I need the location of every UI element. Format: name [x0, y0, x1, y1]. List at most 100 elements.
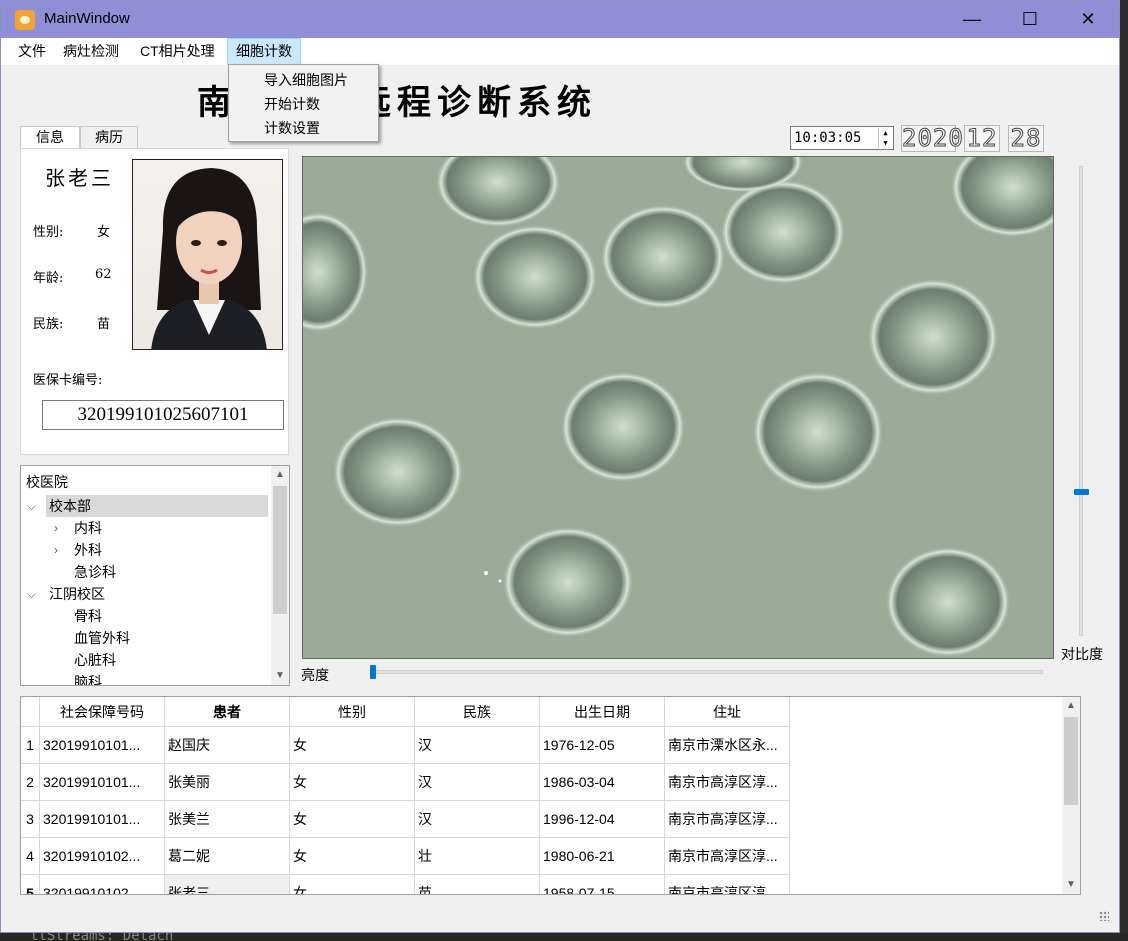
- chevron-right-icon[interactable]: ›: [54, 517, 58, 539]
- title-bar: MainWindow — ☐ ✕: [1, 1, 1119, 38]
- table-cell[interactable]: 张美兰: [165, 801, 290, 838]
- year-lcd: 2020: [901, 124, 964, 152]
- minimize-button[interactable]: —: [943, 1, 1001, 38]
- table-cell[interactable]: 女: [290, 727, 415, 764]
- table-cell[interactable]: 1958-07-15: [540, 875, 665, 894]
- table-cell[interactable]: 32019910102...: [40, 875, 165, 894]
- table-cell[interactable]: 汉: [415, 801, 540, 838]
- scroll-down-icon[interactable]: ▼: [1062, 876, 1080, 894]
- table-cell[interactable]: 1976-12-05: [540, 727, 665, 764]
- row-number[interactable]: 4: [21, 838, 40, 875]
- column-header[interactable]: 住址: [665, 697, 790, 727]
- portrait-image: [151, 168, 267, 349]
- table-cell[interactable]: 南京市高淳区淳...: [665, 764, 790, 801]
- table-cell[interactable]: 1980-06-21: [540, 838, 665, 875]
- tree-scroll-thumb[interactable]: [273, 486, 287, 614]
- table-cell[interactable]: 苗: [415, 875, 540, 894]
- gender-label: 性别:: [33, 225, 64, 240]
- table-cell[interactable]: 女: [290, 764, 415, 801]
- close-button[interactable]: ✕: [1059, 1, 1117, 38]
- resize-grip-icon[interactable]: [1099, 911, 1109, 921]
- patient-name: 张老三: [45, 166, 114, 190]
- time-edit[interactable]: 10:03:05 ▲ ▼: [790, 126, 894, 150]
- table-cell[interactable]: 壮: [415, 838, 540, 875]
- menu-item-count-settings[interactable]: 计数设置: [264, 118, 320, 138]
- menu-bar: 文件 病灶检测 CT相片处理 细胞计数: [1, 38, 1119, 65]
- department-tree: 校医院 ⌵ 校本部 › 内科 › 外科 急诊科 ⌵ 江阴校区 骨科 血管外科 心…: [20, 465, 290, 686]
- table-scroll-thumb[interactable]: [1064, 717, 1078, 805]
- contrast-label: 对比度: [1061, 646, 1103, 662]
- table-cell[interactable]: 南京市高淳区淳...: [665, 838, 790, 875]
- scroll-up-icon[interactable]: ▲: [271, 466, 289, 484]
- menu-cell-count[interactable]: 细胞计数: [227, 38, 301, 65]
- table-cell[interactable]: 张老三: [165, 875, 290, 894]
- scroll-up-icon[interactable]: ▲: [1062, 697, 1080, 715]
- tab-medical-record[interactable]: 病历: [80, 126, 138, 148]
- table-cell[interactable]: 汉: [415, 764, 540, 801]
- table-cell[interactable]: 葛二妮: [165, 838, 290, 875]
- table-cell[interactable]: 南京市高淳区淳...: [665, 875, 790, 894]
- time-spinner[interactable]: ▲ ▼: [878, 128, 892, 148]
- table-cell[interactable]: 女: [290, 838, 415, 875]
- ethnicity-label: 民族:: [33, 317, 64, 332]
- row-number[interactable]: 1: [21, 727, 40, 764]
- menu-item-import-cell-image[interactable]: 导入细胞图片: [264, 70, 348, 90]
- age-label: 年龄:: [33, 271, 64, 286]
- menu-ct-processing[interactable]: CT相片处理: [132, 38, 223, 65]
- blood-cell-image: [303, 157, 1053, 658]
- table-cell[interactable]: 1986-03-04: [540, 764, 665, 801]
- table-cell[interactable]: 张美丽: [165, 764, 290, 801]
- row-number[interactable]: 3: [21, 801, 40, 838]
- contrast-slider-track[interactable]: [1079, 166, 1083, 636]
- table-corner[interactable]: [21, 697, 40, 727]
- table-cell[interactable]: 32019910102...: [40, 838, 165, 875]
- maximize-button[interactable]: ☐: [1001, 1, 1059, 38]
- menu-lesion-detection[interactable]: 病灶检测: [55, 38, 127, 65]
- table-cell[interactable]: 女: [290, 875, 415, 894]
- tree-root[interactable]: 校医院: [26, 471, 68, 493]
- table-cell[interactable]: 32019910101...: [40, 801, 165, 838]
- table-scrollbar[interactable]: ▲ ▼: [1062, 697, 1080, 894]
- table-cell[interactable]: 1996-12-04: [540, 801, 665, 838]
- table-cell[interactable]: 汉: [415, 727, 540, 764]
- row-number[interactable]: 5: [21, 875, 40, 894]
- table-cell[interactable]: 赵国庆: [165, 727, 290, 764]
- patient-info-panel: 张老三 性别: 女 年龄: 62 民族: 苗 医保卡编号: 3201991010…: [20, 148, 289, 455]
- table-cell[interactable]: 南京市溧水区永...: [665, 727, 790, 764]
- cell-count-menu: 导入细胞图片 开始计数 计数设置: [228, 64, 379, 142]
- column-header[interactable]: 性别: [290, 697, 415, 727]
- table-cell[interactable]: 32019910101...: [40, 764, 165, 801]
- column-header[interactable]: 出生日期: [540, 697, 665, 727]
- brightness-slider-thumb[interactable]: [370, 665, 376, 679]
- brightness-label: 亮度: [301, 667, 329, 683]
- contrast-slider-thumb[interactable]: [1074, 489, 1089, 495]
- window-title: MainWindow: [44, 10, 130, 27]
- gender-value: 女: [97, 225, 111, 240]
- menu-file[interactable]: 文件: [10, 38, 54, 65]
- chevron-down-icon[interactable]: ⌵: [27, 583, 36, 605]
- tree-scrollbar[interactable]: ▲ ▼: [271, 466, 289, 685]
- column-header[interactable]: 民族: [415, 697, 540, 727]
- medical-card-number[interactable]: 320199101025607101: [42, 400, 284, 430]
- table-cell[interactable]: 南京市高淳区淳...: [665, 801, 790, 838]
- age-value: 62: [95, 267, 112, 282]
- brightness-slider-track[interactable]: [373, 670, 1043, 674]
- app-icon: [15, 10, 35, 30]
- medical-card-label: 医保卡编号:: [33, 373, 103, 388]
- time-value: 10:03:05: [794, 130, 862, 146]
- column-header[interactable]: 患者: [165, 697, 290, 727]
- main-window: MainWindow — ☐ ✕ 文件 病灶检测 CT相片处理 细胞计数 南京医…: [0, 0, 1120, 933]
- row-number[interactable]: 2: [21, 764, 40, 801]
- cell-image-view[interactable]: [302, 156, 1054, 659]
- column-header[interactable]: 社会保障号码: [40, 697, 165, 727]
- patient-photo: [132, 159, 283, 350]
- patient-table: 社会保障号码 患者 性别 民族 出生日期 住址 1 32019910101... 赵…: [20, 696, 1081, 895]
- console-text: llStreams: Detach: [0, 933, 1128, 941]
- chevron-down-icon[interactable]: ⌵: [27, 495, 36, 517]
- menu-item-start-count[interactable]: 开始计数: [264, 94, 320, 114]
- table-cell[interactable]: 女: [290, 801, 415, 838]
- chevron-right-icon[interactable]: ›: [54, 539, 58, 561]
- tab-info[interactable]: 信息: [20, 126, 80, 149]
- table-cell[interactable]: 32019910101...: [40, 727, 165, 764]
- scroll-down-icon[interactable]: ▼: [271, 667, 289, 685]
